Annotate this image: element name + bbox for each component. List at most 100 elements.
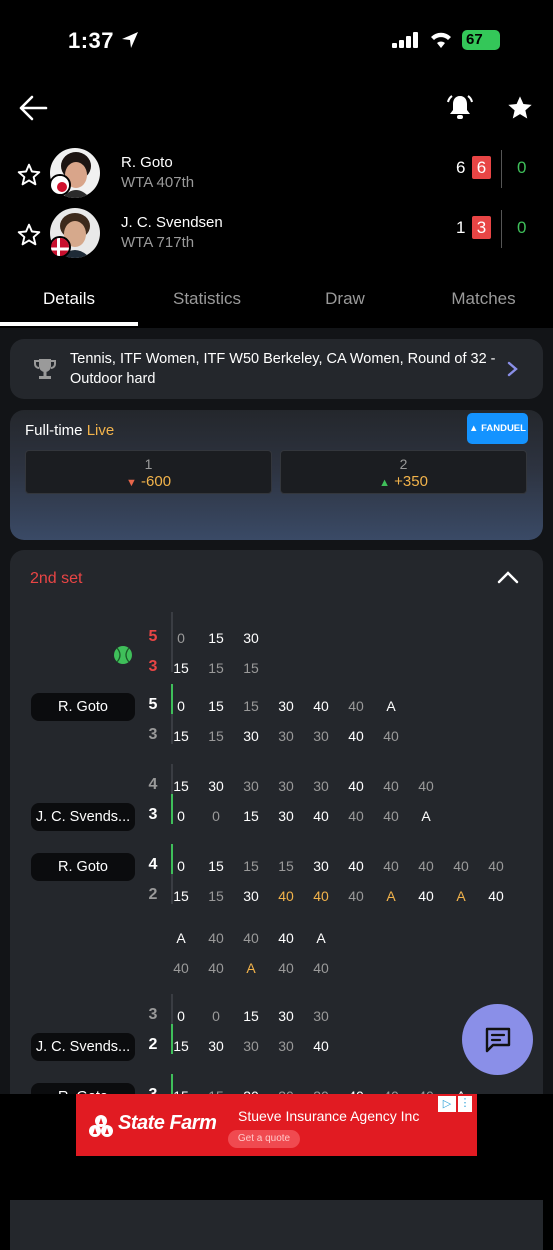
details-content: Tennis, ITF Women, ITF W50 Berkeley, CA … xyxy=(0,328,553,1250)
point-value: 40 xyxy=(348,728,364,744)
player-name: R. Goto xyxy=(121,154,173,171)
point-value: 0 xyxy=(177,858,185,874)
favorite-star-icon[interactable] xyxy=(506,94,534,122)
ad-menu-icon[interactable]: ⋮ xyxy=(458,1096,472,1112)
tennis-ball-seam xyxy=(116,647,130,663)
point-value: 40 xyxy=(383,728,399,744)
odds-option-label: 2 xyxy=(399,456,408,472)
game-score-bottom: 2 xyxy=(148,886,158,903)
point-value: 15 xyxy=(173,728,189,744)
player-row-2[interactable]: J. C. Svendsen WTA 717th 1 3 0 xyxy=(0,208,553,266)
odds-option-2[interactable]: 2 ▲ +350 xyxy=(280,450,527,494)
set-score: 1 xyxy=(456,218,466,237)
point-value: 40 xyxy=(453,858,469,874)
ad-cta-button[interactable]: Get a quote xyxy=(228,1130,300,1148)
odds-period: Full-time xyxy=(25,422,83,439)
point-value: 15 xyxy=(208,630,224,646)
point-value: 40 xyxy=(383,858,399,874)
game-score-top: 5 xyxy=(148,696,158,713)
odds-option-1[interactable]: 1 ▼ -600 xyxy=(25,450,272,494)
tab-matches[interactable]: Matches xyxy=(414,278,553,322)
ad-brand: State Farm xyxy=(118,1112,217,1134)
live-badge: Live xyxy=(86,422,115,439)
point-value: 40 xyxy=(348,888,364,904)
chat-button[interactable] xyxy=(462,1004,533,1075)
point-value: 30 xyxy=(313,728,329,744)
game-score-top: 4 xyxy=(148,856,158,873)
game-score-top: 3 xyxy=(148,1006,158,1023)
point-value: A xyxy=(176,930,186,946)
score-divider xyxy=(501,210,502,248)
point-value: 40 xyxy=(348,808,364,824)
point-value: 30 xyxy=(278,778,294,794)
point-value: 30 xyxy=(208,1038,224,1054)
notification-bell-icon[interactable] xyxy=(445,92,475,122)
arrow-down-icon: ▼ xyxy=(125,477,137,489)
point-value: 15 xyxy=(243,698,259,714)
state-farm-logo-icon xyxy=(89,1115,113,1137)
point-value: 30 xyxy=(278,1008,294,1024)
tab-bar: Details Statistics Draw Matches xyxy=(0,278,553,328)
set-title: 2nd set xyxy=(30,570,83,587)
point-value: 40 xyxy=(383,778,399,794)
point-value: 40 xyxy=(348,778,364,794)
tab-details[interactable]: Details xyxy=(0,278,138,322)
ad-choices-icon[interactable]: ▷ xyxy=(438,1096,456,1112)
score-divider xyxy=(501,150,502,188)
competition-card[interactable]: Tennis, ITF Women, ITF W50 Berkeley, CA … xyxy=(10,339,543,399)
location-arrow-icon xyxy=(122,32,138,48)
back-arrow-icon[interactable] xyxy=(18,94,48,122)
battery-level: 67 xyxy=(466,31,483,48)
point-value: 40 xyxy=(313,808,329,824)
point-value: 15 xyxy=(208,858,224,874)
point-value: A xyxy=(386,888,396,904)
battery-indicator: 67 xyxy=(462,30,500,50)
player-rank: WTA 407th xyxy=(121,174,195,191)
japan-flag-icon xyxy=(49,174,71,196)
point-value: 30 xyxy=(243,630,259,646)
point-value: 15 xyxy=(208,698,224,714)
star-outline-icon[interactable] xyxy=(16,162,42,188)
status-time: 1:37 xyxy=(68,28,115,53)
point-value: 40 xyxy=(313,698,329,714)
tab-draw[interactable]: Draw xyxy=(276,278,414,322)
ad-title: Stueve Insurance Agency Inc xyxy=(238,1108,420,1124)
tennis-ball-icon xyxy=(114,646,132,664)
game-points: 0 xyxy=(517,158,527,177)
point-value: A xyxy=(386,698,396,714)
point-value: 15 xyxy=(208,660,224,676)
point-value: 30 xyxy=(243,778,259,794)
point-value: 40 xyxy=(208,960,224,976)
point-value: 15 xyxy=(173,660,189,676)
player-rank: WTA 717th xyxy=(121,234,195,251)
odds-value: -600 xyxy=(141,473,172,490)
chevron-up-icon[interactable] xyxy=(497,570,519,584)
wifi-icon xyxy=(431,32,451,48)
point-value: A xyxy=(316,930,326,946)
player-row-1[interactable]: R. Goto WTA 407th 6 6 0 xyxy=(0,148,553,206)
bookmaker-name: FANDUEL xyxy=(481,423,526,434)
fanduel-logo[interactable]: ▲ FANDUEL xyxy=(467,413,528,444)
tab-statistics[interactable]: Statistics xyxy=(138,278,276,322)
point-value: 15 xyxy=(278,858,294,874)
point-value: 30 xyxy=(243,728,259,744)
point-value: 30 xyxy=(313,1008,329,1024)
current-set-score: 3 xyxy=(472,216,491,239)
point-value: 15 xyxy=(173,778,189,794)
arrow-up-icon: ▲ xyxy=(379,477,390,489)
odds-label: Full-time Live xyxy=(25,422,114,439)
point-value: 40 xyxy=(173,960,189,976)
ad-creative[interactable]: State Farm Stueve Insurance Agency Inc G… xyxy=(76,1094,477,1156)
trophy-icon xyxy=(34,359,56,379)
odds-option-label: 1 xyxy=(144,456,153,472)
point-value: 40 xyxy=(488,858,504,874)
point-value: 40 xyxy=(278,888,294,904)
point-value: 30 xyxy=(313,858,329,874)
odds-value: +350 xyxy=(394,473,428,490)
server-name-pill: J. C. Svends... xyxy=(31,1033,135,1061)
ad-banner[interactable]: State Farm Stueve Insurance Agency Inc G… xyxy=(0,1094,553,1200)
star-outline-icon[interactable] xyxy=(16,222,42,248)
point-value: 30 xyxy=(278,728,294,744)
point-value: 15 xyxy=(208,888,224,904)
point-value: 15 xyxy=(208,728,224,744)
